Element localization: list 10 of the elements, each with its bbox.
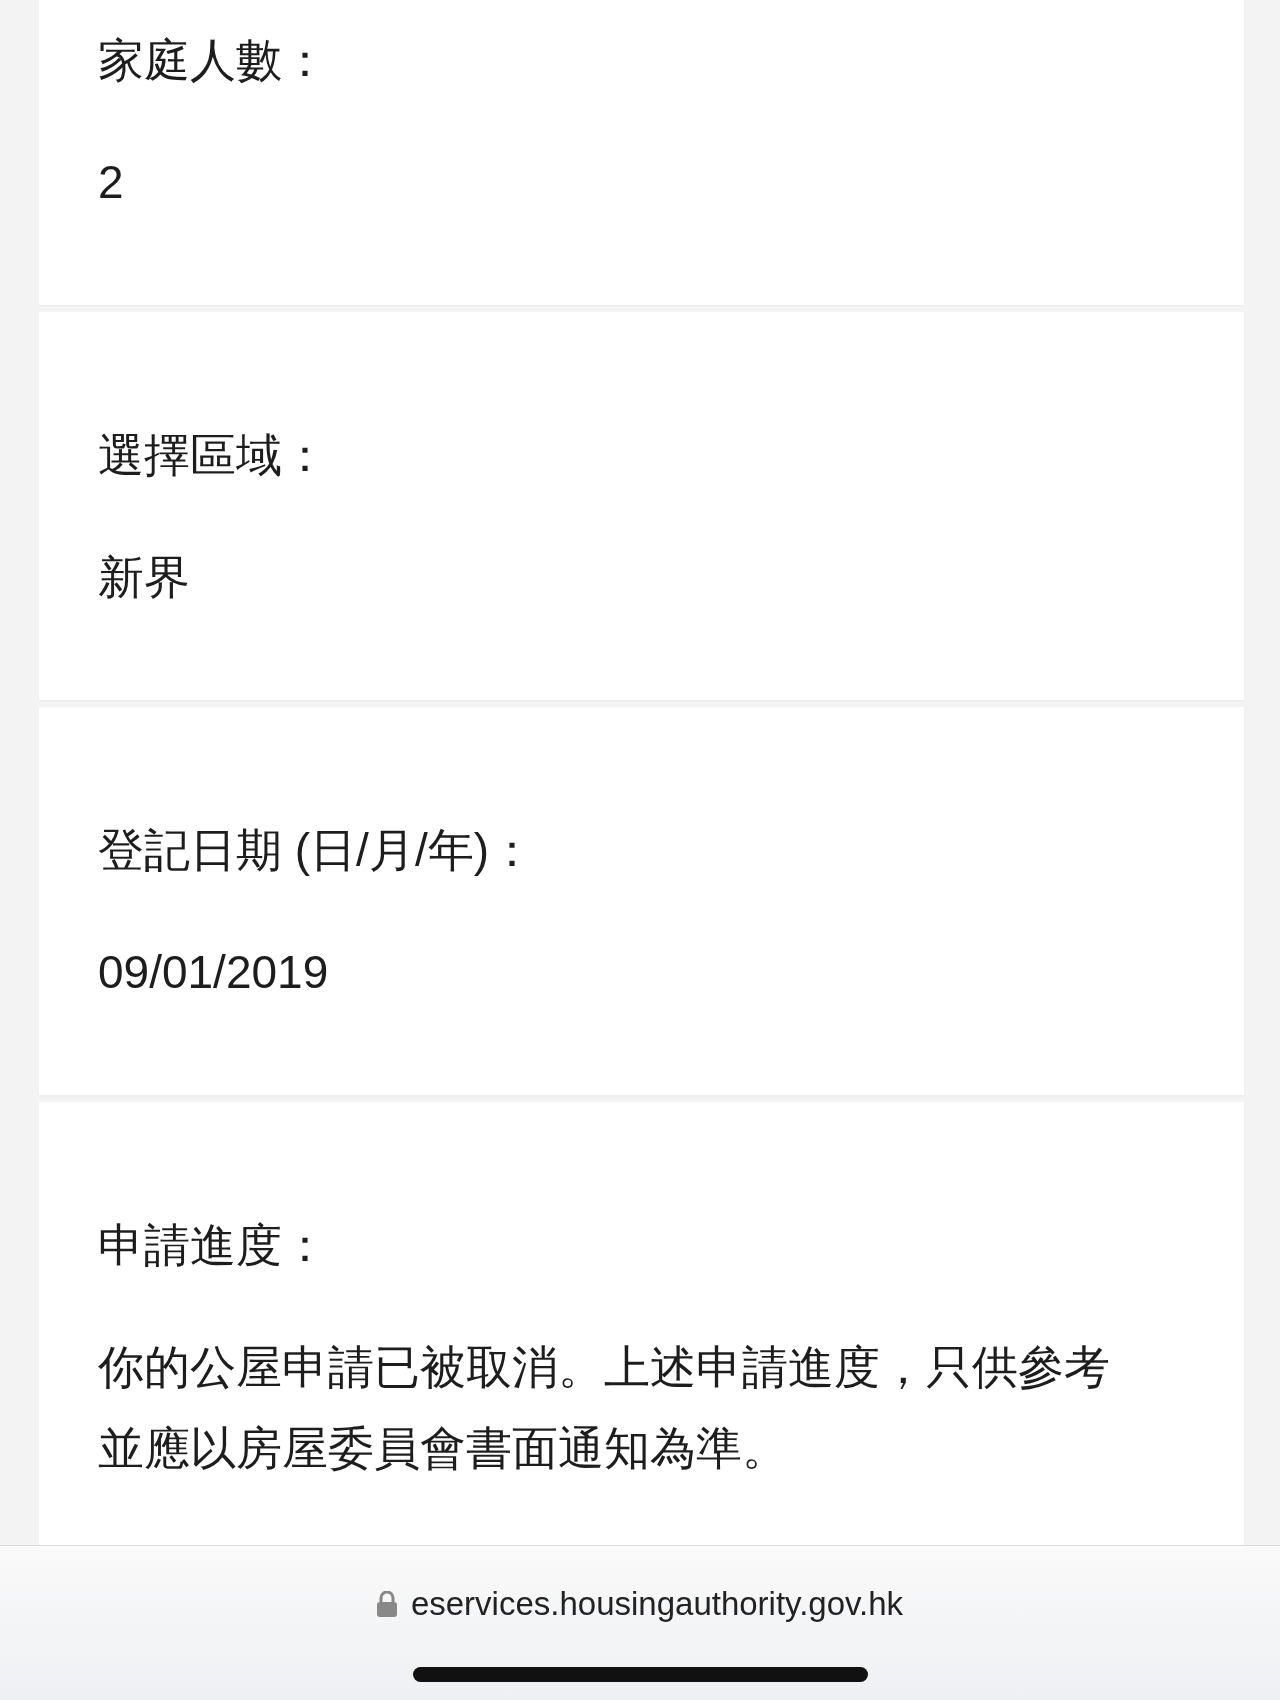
field-label: 家庭人數：: [98, 33, 329, 88]
lock-icon: [376, 1590, 397, 1617]
field-value: 2: [98, 155, 125, 210]
field-value: 新界: [98, 550, 191, 605]
field-label: 選擇區域：: [98, 428, 329, 483]
url-text[interactable]: eservices.housingauthority.gov.hk: [410, 1579, 904, 1629]
field-value: 你的公屋申請已被取消。上述申請進度，只供參考並應以房屋委員會書面通知為準。: [98, 1340, 1111, 1476]
field-label: 申請進度：: [98, 1218, 329, 1273]
field-label: 登記日期 (日/月/年)：: [98, 823, 536, 878]
field-value: 09/01/2019: [98, 945, 330, 1000]
